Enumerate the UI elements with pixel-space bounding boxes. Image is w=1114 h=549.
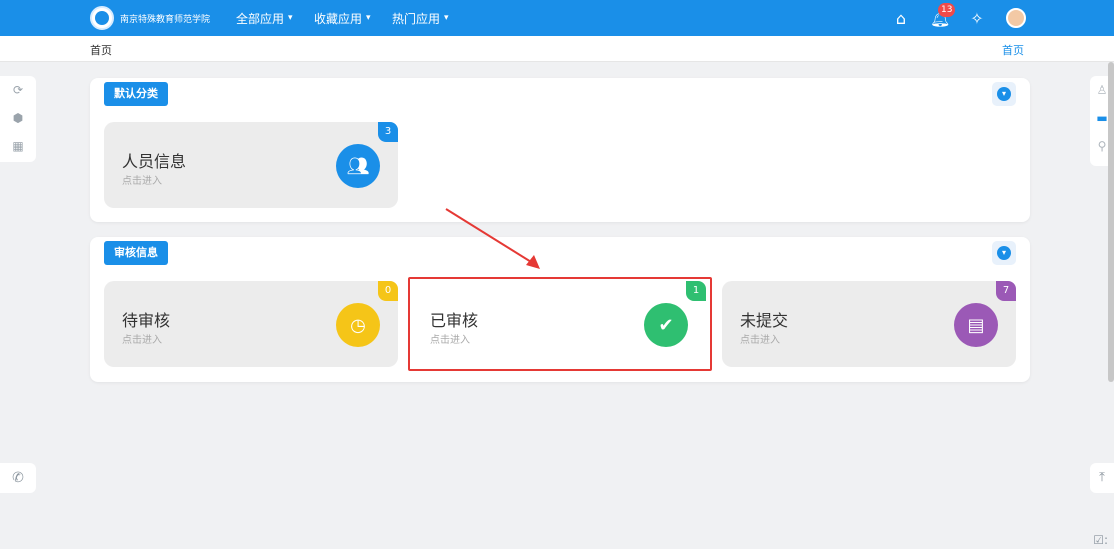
- count-badge: 3: [378, 122, 398, 142]
- highlight-box: [408, 277, 712, 371]
- card-personnel-info[interactable]: 人员信息 点击进入 👥︎ 3: [104, 122, 398, 208]
- top-right-tools: ⌂ 🔔︎ 13 ✧: [892, 0, 1026, 36]
- school-logo[interactable]: 南京特殊教育师范学院: [90, 6, 210, 30]
- document-icon: ▤: [954, 303, 998, 347]
- settings-icon[interactable]: ⬢: [0, 104, 36, 132]
- breadcrumb: 首页 首页: [0, 36, 1114, 62]
- page-scrollbar[interactable]: [1108, 62, 1114, 382]
- breadcrumb-home-link[interactable]: 首页: [1002, 42, 1024, 58]
- breadcrumb-current[interactable]: 首页: [90, 42, 112, 58]
- collapse-button[interactable]: ▾: [992, 82, 1016, 106]
- home-icon[interactable]: ⌂: [892, 9, 910, 28]
- refresh-icon[interactable]: ⟳: [0, 76, 36, 104]
- phone-icon[interactable]: ✆: [0, 463, 36, 493]
- chevron-down-icon: ▾: [444, 13, 449, 23]
- bell-icon[interactable]: 🔔︎ 13: [930, 2, 956, 28]
- logo-emblem-icon: [90, 6, 114, 30]
- left-tool-rail: ⟳ ⬢ ▦: [0, 76, 36, 162]
- card-title: 未提交: [740, 311, 789, 330]
- checkbox-icon[interactable]: ☑︎:: [1093, 533, 1108, 547]
- count-badge: 7: [996, 281, 1016, 301]
- logo-text: 南京特殊教育师范学院: [120, 14, 211, 25]
- nav-popular-apps-label: 热门应用: [392, 11, 441, 26]
- clock-icon: ◷: [336, 303, 380, 347]
- count-badge: 0: [378, 281, 398, 301]
- section-tag: 默认分类: [104, 82, 168, 106]
- avatar[interactable]: [1006, 8, 1026, 28]
- nav-popular-apps[interactable]: 热门应用 ▾: [392, 0, 449, 36]
- annotation-arrow-icon: [445, 208, 540, 269]
- card-title: 待审核: [122, 311, 171, 330]
- chevron-down-icon: ▾: [366, 13, 371, 23]
- nav-favorite-apps[interactable]: 收藏应用 ▾: [314, 0, 371, 36]
- nav-all-apps-label: 全部应用: [236, 11, 285, 26]
- chevron-down-icon: ▾: [997, 246, 1011, 260]
- card-not-submitted[interactable]: 未提交 点击进入 ▤ 7: [722, 281, 1016, 367]
- card-subtitle: 点击进入: [122, 335, 162, 346]
- card-title: 人员信息: [122, 152, 187, 171]
- card-subtitle: 点击进入: [122, 176, 162, 187]
- people-icon: 👥︎: [336, 144, 380, 188]
- nav-all-apps[interactable]: 全部应用 ▾: [236, 0, 293, 36]
- card-subtitle: 点击进入: [740, 335, 780, 346]
- notification-count-badge: 13: [938, 2, 956, 17]
- card-pending-review[interactable]: 待审核 点击进入 ◷ 0: [104, 281, 398, 367]
- collapse-button[interactable]: ▾: [992, 241, 1016, 265]
- chevron-down-icon: ▾: [997, 87, 1011, 101]
- chevron-down-icon: ▾: [288, 13, 293, 23]
- section-default-category: 默认分类 ▾ 人员信息 点击进入 👥︎ 3: [90, 78, 1030, 222]
- section-tag: 审核信息: [104, 241, 168, 265]
- pin-icon[interactable]: ✧: [968, 9, 986, 28]
- grid-icon[interactable]: ▦: [0, 132, 36, 160]
- top-bar: 南京特殊教育师范学院 全部应用 ▾ 收藏应用 ▾ 热门应用 ▾ ⌂ 🔔︎ 13 ✧: [0, 0, 1114, 36]
- back-to-top-icon[interactable]: ⤒: [1090, 463, 1114, 493]
- nav-favorite-apps-label: 收藏应用: [314, 11, 363, 26]
